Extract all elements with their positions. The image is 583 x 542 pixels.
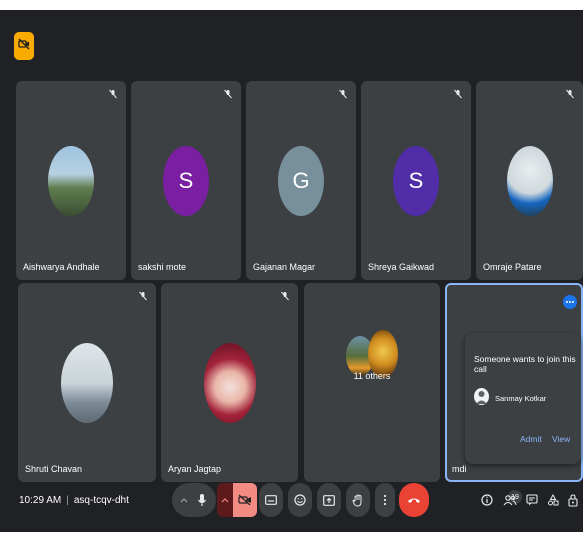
captions-button[interactable]	[259, 483, 283, 517]
participant-tile[interactable]: S Shreya Gaikwad	[361, 81, 471, 280]
bottom-control-bar: 10:29 AM | asq-tcqv-dht 19	[0, 472, 583, 532]
participant-initial-avatar: S	[393, 145, 439, 216]
mic-options-chevron-icon[interactable]	[176, 497, 192, 503]
mic-control-group	[172, 483, 216, 517]
mic-off-icon	[336, 87, 350, 101]
chat-icon	[526, 494, 538, 506]
lock-person-icon	[567, 493, 579, 507]
mic-off-icon	[136, 289, 150, 303]
more-vert-icon	[383, 494, 387, 506]
others-count-label: 11 others	[353, 371, 391, 381]
call-end-icon	[407, 496, 421, 504]
reactions-button[interactable]	[288, 483, 312, 517]
no-video-icon	[18, 37, 30, 55]
present-button[interactable]	[317, 483, 341, 517]
info-icon	[481, 494, 493, 506]
others-tile[interactable]: 11 others	[304, 283, 440, 482]
activities-icon	[547, 494, 559, 506]
emoji-icon	[294, 494, 306, 506]
meeting-code: asq-tcqv-dht	[73, 495, 129, 506]
participant-tile[interactable]: S sakshi mote	[131, 81, 241, 280]
participant-tile[interactable]: Shruti Chavan	[18, 283, 156, 482]
participant-tile[interactable]: Omraje Patare	[476, 81, 583, 280]
chat-button[interactable]	[522, 489, 542, 511]
camera-off-icon[interactable]	[233, 483, 257, 517]
join-request-popup: Someone wants to join this call Sanmay K…	[465, 333, 581, 464]
raise-hand-button[interactable]	[346, 483, 370, 517]
people-button[interactable]	[500, 489, 520, 511]
presentation-badge[interactable]	[14, 32, 34, 60]
camera-control-group	[217, 483, 257, 517]
microphone-icon[interactable]	[192, 493, 212, 507]
meeting-details: 10:29 AM | asq-tcqv-dht	[19, 495, 129, 506]
requester-avatar	[474, 388, 489, 405]
meeting-info-button[interactable]	[477, 489, 497, 511]
hand-icon	[352, 493, 364, 507]
separator: |	[66, 495, 69, 506]
host-controls-button[interactable]	[563, 489, 583, 511]
admit-button[interactable]: Admit	[520, 434, 542, 444]
participant-photo-avatar	[61, 342, 113, 423]
mic-off-icon	[221, 87, 235, 101]
leave-call-button[interactable]	[399, 483, 429, 517]
participant-name: Shreya Gaikwad	[368, 262, 435, 272]
participant-name: Gajanan Magar	[253, 262, 316, 272]
join-request-title: Someone wants to join this call	[474, 354, 576, 374]
participant-initial-avatar: G	[278, 145, 324, 216]
activities-button[interactable]	[543, 489, 563, 511]
mic-off-icon	[563, 87, 577, 101]
participant-photo-avatar	[48, 145, 94, 216]
participant-initial-avatar: S	[163, 145, 209, 216]
captions-icon	[265, 495, 277, 505]
participant-photo-avatar	[203, 342, 256, 423]
participant-tile[interactable]: Aryan Jagtap	[161, 283, 298, 482]
requester-name: Sanmay Kotkar	[495, 394, 547, 403]
mic-off-icon	[451, 87, 465, 101]
meeting-time: 10:29 AM	[19, 495, 62, 506]
participant-photo-avatar	[506, 145, 553, 216]
more-options-icon[interactable]	[563, 295, 577, 309]
mic-off-icon	[106, 87, 120, 101]
people-icon	[503, 494, 517, 506]
participant-name: Omraje Patare	[483, 262, 542, 272]
participant-name: Aishwarya Andhale	[23, 262, 100, 272]
mic-off-icon	[278, 289, 292, 303]
present-screen-icon	[323, 494, 335, 506]
view-button[interactable]: View	[552, 434, 570, 444]
participant-tile[interactable]: Aishwarya Andhale	[16, 81, 126, 280]
participant-tile[interactable]: G Gajanan Magar	[246, 81, 356, 280]
meet-call-window: Aishwarya Andhale S sakshi mote G Gajana…	[0, 10, 583, 532]
camera-options-chevron-icon[interactable]	[217, 497, 233, 503]
participant-name: sakshi mote	[138, 262, 187, 272]
more-options-button[interactable]	[375, 483, 395, 517]
